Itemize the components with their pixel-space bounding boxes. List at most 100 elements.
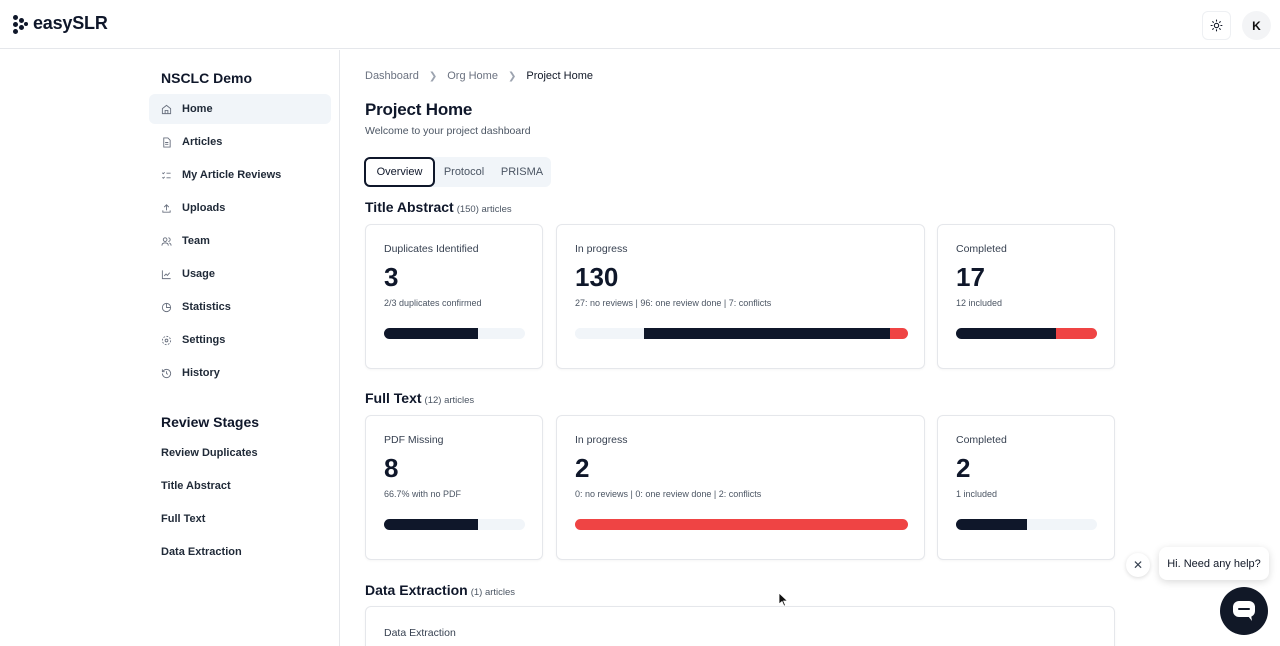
card-in-progress-ft[interactable]: In progress 2 0: no reviews | 0: one rev… xyxy=(556,415,925,560)
card-label: Completed xyxy=(956,243,1007,255)
card-subtext: 0: no reviews | 0: one review done | 2: … xyxy=(575,489,762,499)
sidebar-item-usage[interactable]: Usage xyxy=(149,259,331,289)
home-icon xyxy=(161,104,172,115)
progress-bar xyxy=(575,519,908,530)
section-count: (1) articles xyxy=(470,587,516,598)
tab-bar: Overview Protocol PRISMA xyxy=(364,157,551,187)
segment-conflicts xyxy=(890,328,908,339)
list-checks-icon xyxy=(161,170,172,181)
card-duplicates-identified[interactable]: Duplicates Identified 3 2/3 duplicates c… xyxy=(365,224,543,369)
card-subtext: 2/3 duplicates confirmed xyxy=(384,298,482,308)
stage-title-abstract[interactable]: Title Abstract xyxy=(161,473,258,506)
card-completed-ta[interactable]: Completed 17 12 included xyxy=(937,224,1115,369)
card-in-progress-ta[interactable]: In progress 130 27: no reviews | 96: one… xyxy=(556,224,925,369)
progress-fill xyxy=(384,519,479,530)
section-title: Full Text xyxy=(365,390,422,406)
sidebar-item-team[interactable]: Team xyxy=(149,226,331,256)
upload-icon xyxy=(161,203,172,214)
pie-chart-icon xyxy=(161,302,172,313)
sidebar-item-uploads[interactable]: Uploads xyxy=(149,193,331,223)
review-stages-title: Review Stages xyxy=(161,414,260,430)
sidebar-item-label: Usage xyxy=(182,268,216,280)
progress-bar xyxy=(575,328,908,339)
page-subtitle: Welcome to your project dashboard xyxy=(365,125,531,137)
chevron-right-icon: ❯ xyxy=(428,70,438,82)
card-label: Completed xyxy=(956,434,1007,446)
section-title-abstract: Title Abstract (150) articles xyxy=(365,199,512,215)
card-pdf-missing[interactable]: PDF Missing 8 66.7% with no PDF xyxy=(365,415,543,560)
card-data-extraction[interactable]: Data Extraction xyxy=(365,606,1115,646)
progress-bar xyxy=(384,519,525,530)
segment-conflicts xyxy=(575,519,908,530)
close-icon: ✕ xyxy=(1132,558,1144,572)
breadcrumb-org-home[interactable]: Org Home xyxy=(447,70,498,82)
sidebar: NSCLC Demo Home Articles My Article Revi… xyxy=(0,50,340,646)
card-value: 8 xyxy=(384,453,399,483)
review-stages-list: Review Duplicates Title Abstract Full Te… xyxy=(161,440,258,572)
sidebar-item-label: Articles xyxy=(182,136,223,148)
segment-one-review xyxy=(644,328,890,339)
stage-data-extraction[interactable]: Data Extraction xyxy=(161,539,258,572)
sidebar-item-history[interactable]: History xyxy=(149,358,331,388)
card-label: PDF Missing xyxy=(384,434,444,446)
stage-full-text[interactable]: Full Text xyxy=(161,506,258,539)
logo[interactable]: easySLR xyxy=(13,13,108,34)
breadcrumb: Dashboard ❯ Org Home ❯ Project Home xyxy=(365,70,593,82)
breadcrumb-current: Project Home xyxy=(526,70,593,82)
sidebar-item-home[interactable]: Home xyxy=(149,94,331,124)
mouse-cursor-icon xyxy=(779,593,788,607)
top-bar: easySLR K xyxy=(0,0,1280,49)
users-icon xyxy=(161,236,172,247)
progress-bar xyxy=(384,328,525,339)
sidebar-item-label: My Article Reviews xyxy=(182,169,282,181)
breadcrumb-dashboard[interactable]: Dashboard xyxy=(365,70,419,82)
sidebar-item-settings[interactable]: Settings xyxy=(149,325,331,355)
sidebar-item-label: Statistics xyxy=(182,301,231,313)
chevron-right-icon: ❯ xyxy=(507,70,517,82)
sidebar-item-label: Uploads xyxy=(182,202,226,214)
card-label: Duplicates Identified xyxy=(384,243,479,255)
app-name: easySLR xyxy=(33,13,108,33)
card-value: 130 xyxy=(575,262,619,292)
sidebar-item-articles[interactable]: Articles xyxy=(149,127,331,157)
tab-prisma[interactable]: PRISMA xyxy=(493,157,551,187)
line-chart-icon xyxy=(161,269,172,280)
chat-launcher-button[interactable] xyxy=(1220,587,1268,635)
section-title: Title Abstract xyxy=(365,199,454,215)
gear-icon xyxy=(161,335,172,346)
history-icon xyxy=(161,368,172,379)
theme-toggle-button[interactable] xyxy=(1202,11,1231,40)
sidebar-item-label: Home xyxy=(182,103,213,115)
sidebar-item-label: History xyxy=(182,367,220,379)
card-label: In progress xyxy=(575,434,628,446)
sidebar-item-statistics[interactable]: Statistics xyxy=(149,292,331,322)
help-bubble[interactable]: Hi. Need any help? xyxy=(1159,547,1269,580)
progress-fill xyxy=(956,519,1027,530)
chat-icon xyxy=(1233,601,1255,621)
card-value: 2 xyxy=(956,453,971,483)
sun-icon xyxy=(1210,19,1223,32)
logo-icon xyxy=(13,14,29,34)
sidebar-item-label: Settings xyxy=(182,334,226,346)
segment-excluded xyxy=(1055,328,1097,339)
card-subtext: 66.7% with no PDF xyxy=(384,489,462,499)
card-label: In progress xyxy=(575,243,628,255)
progress-bar xyxy=(956,519,1097,530)
sidebar-item-my-article-reviews[interactable]: My Article Reviews xyxy=(149,160,331,190)
project-title: NSCLC Demo xyxy=(161,70,253,86)
card-value: 17 xyxy=(956,262,985,292)
segment-no-reviews xyxy=(575,328,645,339)
card-subtext: 1 included xyxy=(956,489,998,499)
card-completed-ft[interactable]: Completed 2 1 included xyxy=(937,415,1115,560)
progress-bar xyxy=(956,328,1097,339)
avatar[interactable]: K xyxy=(1242,11,1271,40)
segment-included xyxy=(956,328,1056,339)
tab-protocol[interactable]: Protocol xyxy=(435,157,493,187)
tab-overview[interactable]: Overview xyxy=(364,157,435,187)
card-subtext: 12 included xyxy=(956,298,1003,308)
close-help-button[interactable]: ✕ xyxy=(1126,553,1150,577)
section-full-text: Full Text (12) articles xyxy=(365,390,474,406)
stage-review-duplicates[interactable]: Review Duplicates xyxy=(161,440,258,473)
page-title: Project Home xyxy=(365,100,473,119)
progress-fill xyxy=(384,328,479,339)
